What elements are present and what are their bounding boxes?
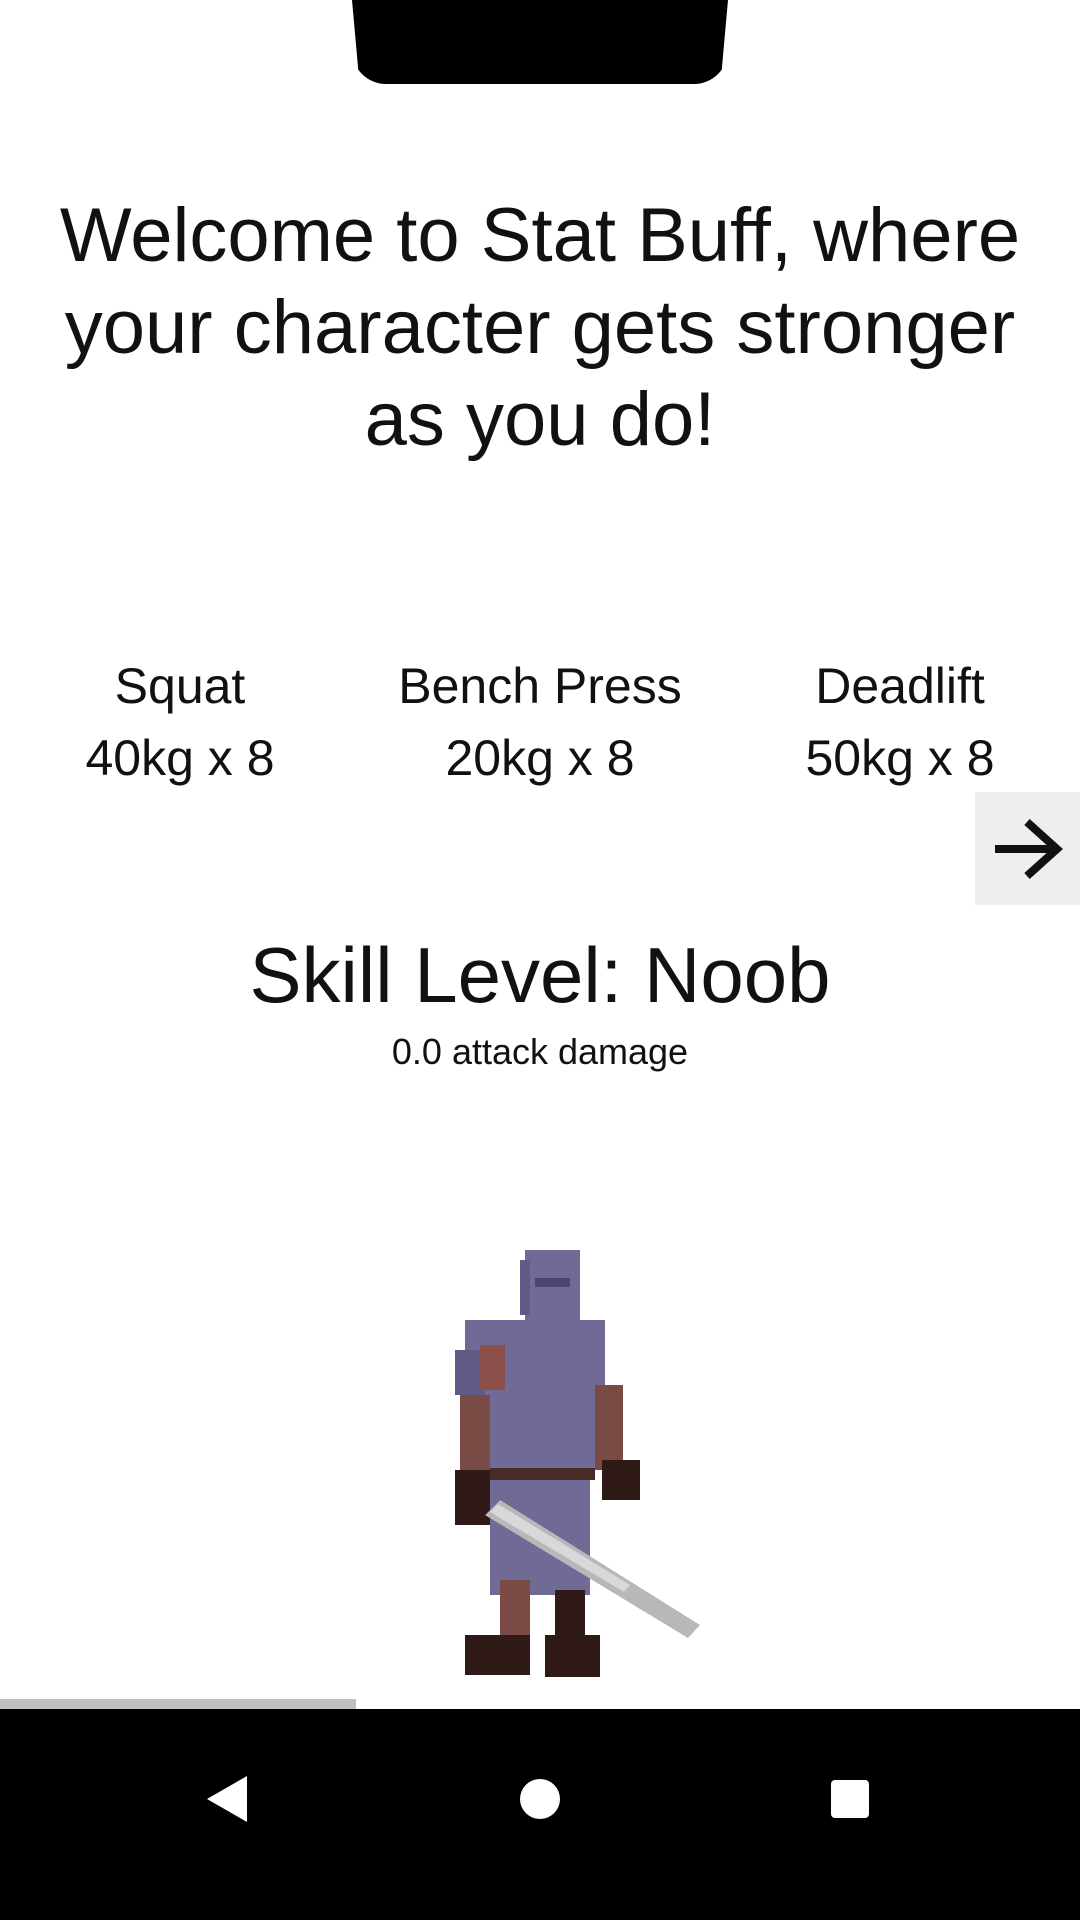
exercise-bench-press: Bench Press 20kg x 8 [370, 650, 710, 794]
exercise-name: Bench Press [398, 658, 682, 714]
system-navigation-bar [0, 1709, 1080, 1920]
progress-fill [0, 1699, 357, 1709]
exercise-row: Squat 40kg x 8 Bench Press 20kg x 8 Dead… [0, 650, 1080, 790]
attack-damage: 0.0 attack damage [391, 1031, 689, 1072]
skill-level: Skill Level: Noob [249, 931, 831, 1019]
nav-back-button[interactable] [176, 1749, 276, 1849]
nav-home-button[interactable] [490, 1749, 590, 1849]
welcome-text: Welcome to Stat Buff, where your charact… [59, 193, 1021, 462]
nav-recents-button[interactable] [800, 1749, 900, 1849]
exercise-name: Squat [114, 658, 246, 714]
camera-notch [352, 0, 728, 84]
exercise-detail: 20kg x 8 [445, 730, 635, 786]
app-screen: Welcome to Stat Buff, where your charact… [0, 0, 1080, 1920]
knight-sprite [455, 1250, 700, 1677]
exercise-squat: Squat 40kg x 8 [10, 650, 350, 794]
progress-bar [0, 1699, 1080, 1709]
recents-square-icon [831, 1780, 869, 1818]
exercise-deadlift: Deadlift 50kg x 8 [730, 650, 1070, 794]
next-button[interactable] [975, 792, 1080, 905]
exercise-name: Deadlift [815, 658, 985, 714]
exercise-detail: 50kg x 8 [805, 730, 995, 786]
home-circle-icon [520, 1779, 560, 1819]
back-triangle-icon [207, 1776, 247, 1822]
arrow-right-icon [994, 818, 1063, 879]
exercise-detail: 40kg x 8 [85, 730, 275, 786]
